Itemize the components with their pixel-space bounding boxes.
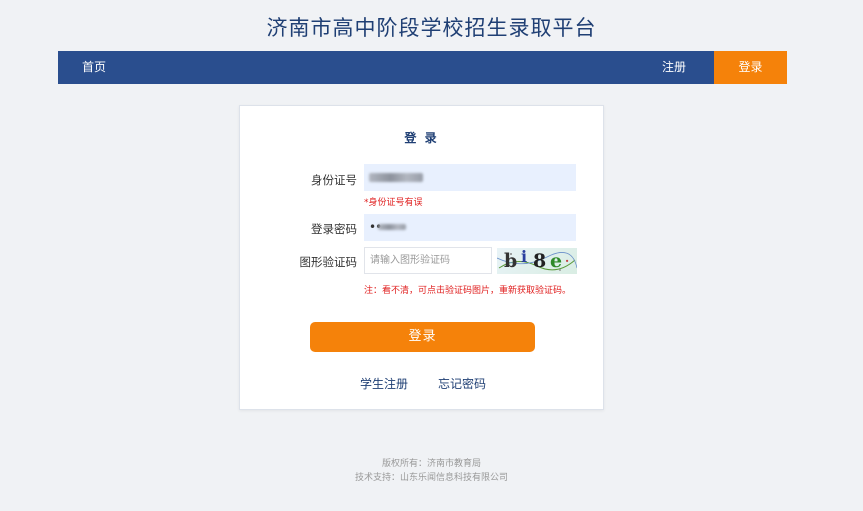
login-card: 登 录 身份证号 *身份证号有误 登录密码 •• 图形验证码 请输入图形验证码 … — [239, 105, 604, 410]
captcha-image[interactable]: b i 8 e · — [497, 248, 577, 274]
student-register-link[interactable]: 学生注册 — [360, 375, 408, 392]
captcha-hint: 注：看不清，可点击验证码图片，重新获取验证码。 — [364, 286, 572, 296]
captcha-char-5: · — [565, 254, 570, 268]
nav-login-tab[interactable]: 登录 — [714, 51, 787, 84]
nav-register-link[interactable]: 注册 — [662, 51, 686, 84]
captcha-char-4: e — [550, 250, 563, 272]
id-number-label: 身份证号 — [311, 173, 357, 187]
password-label: 登录密码 — [311, 222, 357, 236]
forgot-password-link[interactable]: 忘记密码 — [438, 375, 486, 392]
id-number-error: *身份证号有误 — [364, 198, 423, 208]
top-navbar: 首页 注册 登录 — [58, 51, 787, 84]
captcha-char-1: b — [504, 250, 518, 272]
id-number-input[interactable] — [364, 164, 576, 191]
site-title: 济南市高中阶段学校招生录取平台 — [266, 16, 597, 40]
password-value-blurred — [378, 224, 406, 230]
nav-home-link[interactable]: 首页 — [82, 51, 106, 84]
id-number-value-blurred — [369, 173, 423, 182]
captcha-char-3: 8 — [533, 250, 547, 272]
login-submit-button[interactable]: 登录 — [310, 322, 535, 352]
captcha-input[interactable]: 请输入图形验证码 — [364, 247, 492, 274]
captcha-char-2: i — [521, 248, 528, 266]
login-card-title: 登 录 — [404, 131, 439, 145]
footer-copyright: 版权所有：济南市教育局 — [381, 459, 481, 469]
password-input[interactable]: •• — [364, 214, 576, 241]
footer-tech-support: 技术支持：山东乐闻信息科技有限公司 — [354, 473, 508, 483]
captcha-label: 图形验证码 — [299, 255, 358, 269]
